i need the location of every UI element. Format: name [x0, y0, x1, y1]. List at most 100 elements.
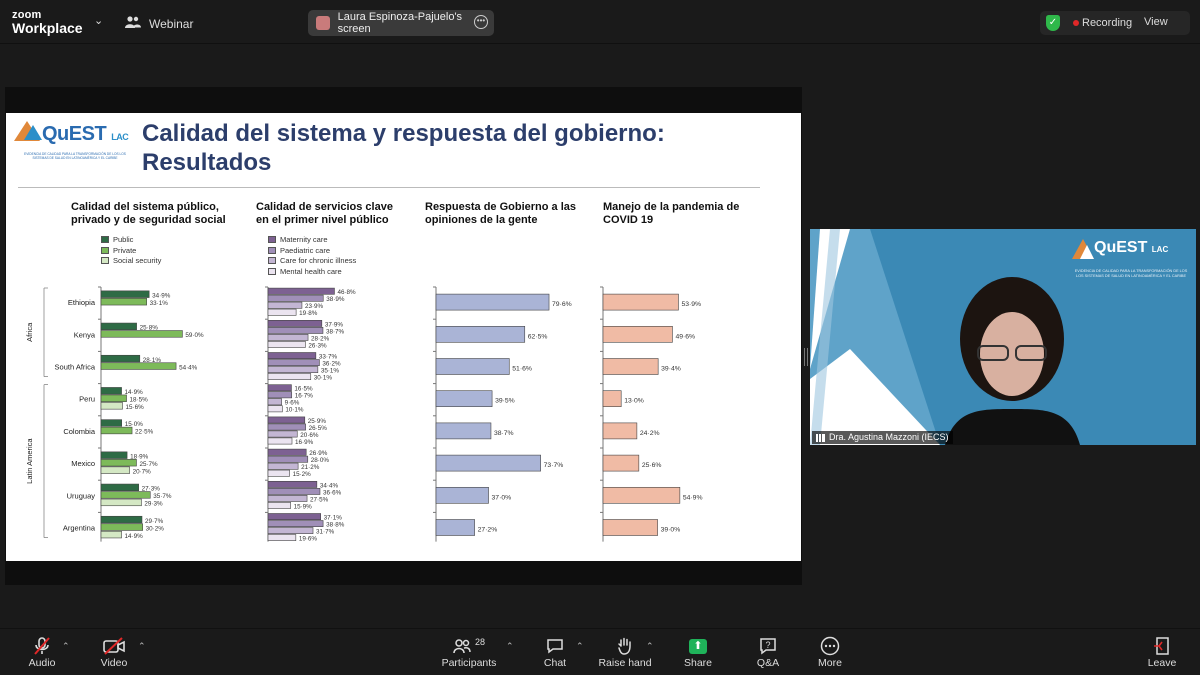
- bar: [267, 527, 314, 534]
- category-label: Ethiopia: [68, 298, 96, 307]
- data-label: 49·6%: [675, 333, 695, 340]
- bar: [100, 322, 137, 331]
- data-label: 30·2%: [146, 525, 165, 532]
- bar: [100, 402, 123, 410]
- svg-text:?: ?: [765, 640, 770, 650]
- view-button[interactable]: View: [1144, 16, 1168, 28]
- data-label: 24·2%: [640, 430, 660, 437]
- data-label: 39·4%: [661, 366, 681, 373]
- chevron-down-icon[interactable]: ⌄: [94, 14, 103, 27]
- data-label: 38·7%: [494, 430, 514, 437]
- data-label: 14·9%: [125, 389, 144, 396]
- recording-status[interactable]: ✓ Recording View: [1040, 11, 1190, 35]
- data-label: 25·9%: [308, 418, 327, 425]
- hand-icon: [598, 635, 652, 657]
- share-button[interactable]: ⬆ Share: [682, 635, 714, 669]
- data-label: 29·3%: [144, 501, 163, 508]
- bar: [602, 486, 681, 504]
- bar: [100, 419, 123, 427]
- chat-caret-icon[interactable]: ⌃: [576, 641, 584, 652]
- participants-button[interactable]: 28 Participants: [440, 635, 498, 669]
- audio-options-caret-icon[interactable]: ⌃: [62, 641, 70, 652]
- panel-resize-handle[interactable]: [804, 348, 808, 366]
- screen-share-indicator[interactable]: Laura Espinoza-Pajuelo's screen •••: [308, 10, 494, 36]
- side-logo-suffix: LAC: [1151, 245, 1169, 254]
- bar: [267, 341, 306, 348]
- bar: [602, 519, 658, 536]
- data-label: 62·5%: [528, 333, 548, 340]
- participant-video[interactable]: QuEST LAC EVIDENCIA DE CALIDAD PARA LA T…: [810, 229, 1196, 445]
- data-label: 10·1%: [285, 407, 304, 414]
- bar: [267, 501, 291, 509]
- webinar-indicator[interactable]: Webinar: [125, 15, 193, 32]
- region-label: Africa: [25, 322, 34, 342]
- share-label: Share: [683, 657, 713, 669]
- video-options-caret-icon[interactable]: ⌃: [138, 641, 146, 652]
- raise-hand-button[interactable]: Raise hand: [598, 635, 652, 669]
- signal-icon: [816, 433, 825, 442]
- data-label: 15·9%: [294, 503, 313, 510]
- data-label: 35·1%: [321, 368, 340, 375]
- bar: [100, 298, 147, 306]
- category-label: South Africa: [55, 363, 96, 372]
- bar: [267, 430, 298, 438]
- data-label: 27·2%: [478, 527, 498, 534]
- bar: [100, 330, 183, 338]
- brand-line2: Workplace: [12, 20, 83, 36]
- data-label: 54·4%: [179, 364, 198, 371]
- data-label: 36·6%: [323, 489, 342, 496]
- qa-button[interactable]: ? Q&A: [752, 635, 784, 669]
- bar: [267, 469, 290, 477]
- bar: [267, 327, 324, 334]
- side-logo-name: QuEST: [1094, 239, 1148, 256]
- participant-name-tag: Dra. Agustina Mazzoni (IECS): [812, 431, 953, 444]
- chat-button[interactable]: Chat: [538, 635, 572, 669]
- raise-hand-label: Raise hand: [598, 657, 652, 669]
- bar: [100, 362, 177, 370]
- bar: [435, 358, 510, 375]
- data-label: 33·1%: [150, 300, 169, 307]
- data-label: 27·5%: [310, 496, 329, 503]
- webinar-label: Webinar: [149, 16, 194, 31]
- data-label: 39·5%: [495, 398, 515, 405]
- audio-button[interactable]: Audio: [24, 635, 60, 669]
- more-options-icon[interactable]: •••: [474, 15, 488, 29]
- data-label: 19·6%: [299, 536, 318, 543]
- recording-label: Recording: [1082, 17, 1133, 29]
- chat-icon: [538, 635, 572, 657]
- participants-caret-icon[interactable]: ⌃: [506, 641, 514, 652]
- chat-label: Chat: [543, 657, 567, 669]
- data-label: 16·5%: [294, 386, 313, 393]
- bar: [267, 287, 335, 295]
- data-label: 15·2%: [293, 471, 312, 478]
- bar: [100, 483, 139, 492]
- bar: [100, 394, 127, 402]
- leave-button[interactable]: Leave: [1146, 635, 1178, 669]
- data-label: 28·0%: [311, 457, 330, 464]
- category-label: Kenya: [74, 330, 96, 339]
- video-button[interactable]: Video: [96, 635, 132, 669]
- bar: [267, 487, 321, 495]
- bar: [267, 513, 321, 520]
- bar: [267, 480, 318, 488]
- data-label: 9·6%: [285, 400, 300, 407]
- bar: [267, 405, 283, 413]
- side-logo-subtitle: EVIDENCIA DE CALIDAD PARA LA TRANSFORMAC…: [1074, 269, 1188, 278]
- region-label: Latin America: [25, 438, 34, 484]
- bar: [267, 352, 317, 359]
- zoom-workplace-logo[interactable]: zoom Workplace: [12, 9, 83, 35]
- share-arrow-icon: ⬆: [689, 638, 707, 654]
- bar: [100, 354, 141, 363]
- bar: [100, 491, 151, 499]
- participants-icon: 28: [440, 635, 498, 657]
- category-label: Peru: [79, 395, 95, 404]
- more-button[interactable]: More: [814, 635, 846, 669]
- data-label: 54·9%: [683, 494, 703, 501]
- participant-name: Dra. Agustina Mazzoni (IECS): [829, 432, 949, 442]
- bar: [267, 423, 306, 431]
- data-label: 35·7%: [153, 493, 172, 500]
- raise-hand-caret-icon[interactable]: ⌃: [646, 641, 654, 652]
- data-label: 31·7%: [316, 529, 335, 536]
- participants-label: Participants: [441, 657, 497, 669]
- avatar: [316, 16, 330, 30]
